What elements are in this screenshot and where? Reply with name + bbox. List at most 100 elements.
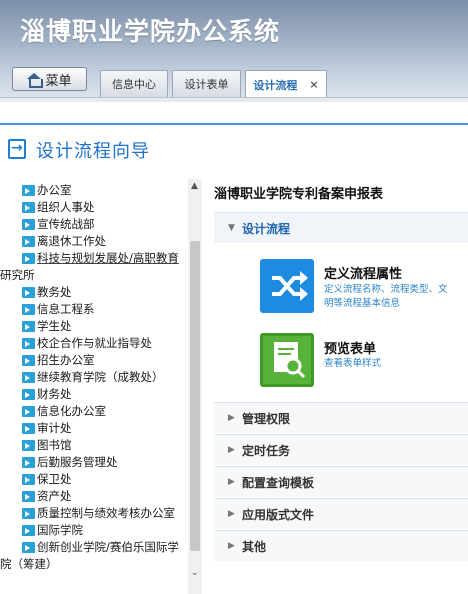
tree-item[interactable]: 教务处 [22,284,192,301]
tree-item-label: 信息工程系 [37,302,95,316]
tree-item[interactable]: 继续教育学院（成教处） [22,369,192,386]
section-permissions[interactable]: ▶ 管理权限 [214,402,468,433]
caret-right-icon: ▶ [228,413,235,423]
tree-item[interactable]: 保卫处 [22,471,192,488]
app-title: 淄博职业学院办公系统 [20,17,281,46]
tree-item-label: 国际学院 [37,523,83,537]
tree-item-label: 校企合作与就业指导处 [37,336,152,350]
folder-icon [22,525,35,536]
caret-down-icon: ▼ [228,223,235,233]
tree-item[interactable]: 招生办公室 [22,352,192,369]
tree-item[interactable]: 学生处 [22,318,192,335]
tree-item[interactable]: 校企合作与就业指导处 [22,335,192,352]
folder-icon [22,372,35,383]
caret-right-icon: ▶ [228,445,235,455]
form-title: 淄博职业学院专利备案申报表 [214,187,384,202]
tree-item-label: 办公室 [37,183,72,197]
wizard-icon [8,139,26,159]
tree-item[interactable]: 质量控制与绩效考核办公室 [22,505,192,522]
tab-label: 设计流程 [253,78,298,92]
folder-icon [22,338,35,349]
section-label: 管理权限 [242,411,291,426]
section-scheduled-tasks[interactable]: ▶ 定时任务 [214,434,468,465]
card-title[interactable]: 预览表单 [324,338,376,357]
tree-item-label: 离退休工作处 [37,234,106,248]
tab-info-center[interactable]: 信息中心 [100,70,168,97]
tab-label: 信息中心 [112,78,156,91]
tree-item[interactable]: 审计处 [22,420,192,437]
shuffle-glyph [272,271,308,301]
folder-icon [22,321,35,332]
shuffle-icon[interactable] [260,259,314,313]
app-header: 淄博职业学院办公系统 菜单 信息中心 设计表单 设计流程 × [0,0,468,98]
menu-button[interactable]: 菜单 [12,67,87,91]
tree-item-label: 资产处 [37,489,72,503]
tree-item-label: 组织人事处 [37,200,95,214]
tree-item-label: 宣传统战部 [37,217,95,231]
tree-item[interactable]: 科技与规划发展处/高职教育 研究所 [0,250,192,284]
folder-icon [22,185,35,196]
card-title[interactable]: 定义流程属性 [324,263,402,282]
folder-icon [22,457,35,468]
tree-item-label: 后勤服务管理处 [37,455,118,469]
close-icon[interactable]: × [309,78,318,91]
tree-item-label: 审计处 [37,421,72,435]
tree-item-label: 教务处 [37,285,72,299]
header-divider [0,97,468,102]
tree-item[interactable]: 信息工程系 [22,301,192,318]
folder-icon [22,236,35,247]
scroll-up-icon[interactable]: ▲ [191,181,198,191]
tree-item[interactable]: 资产处 [22,488,192,505]
tree-item[interactable]: 后勤服务管理处 [22,454,192,471]
folder-icon [22,202,35,213]
tab-design-form[interactable]: 设计表单 [172,70,241,97]
tree-item-label-line2: 研究所 [0,268,35,282]
tree-item-label: 继续教育学院（成教处） [37,370,164,384]
section-other[interactable]: ▶ 其他 [214,530,468,561]
card-description: 查看表单样式 [324,358,382,369]
preview-form-icon[interactable] [260,333,314,387]
tree-item[interactable]: 组织人事处 [22,199,192,216]
caret-right-icon: ▶ [228,477,235,487]
page-title: 设计流程向导 [36,141,150,162]
tree-item-label: 信息化办公室 [37,404,106,418]
tree-item-label: 质量控制与绩效考核办公室 [37,506,175,520]
tree-item-label-wrap: 科技与规划发展处/高职教育 研究所 [0,250,179,282]
folder-icon [22,542,35,553]
tree-item[interactable]: 宣传统战部 [22,216,192,233]
chevron-down-icon[interactable]: ⌄ [191,568,199,578]
department-tree: 办公室 组织人事处 宣传统战部 离退休工作处 科技与规划发展处/高职教育 研究所 … [0,179,202,594]
section-design-flow[interactable]: ▼ 设计流程 [214,212,468,243]
tree-item-label: 科技与规划发展处/高职教育 [37,251,179,265]
folder-icon [22,491,35,502]
tree-item[interactable]: 离退休工作处 [22,233,192,250]
section-query-template[interactable]: ▶ 配置查询模板 [214,466,468,497]
card-description: 明等流程基本信息 [324,298,401,309]
tree-item[interactable]: 国际学院 [22,522,192,539]
folder-icon [22,474,35,485]
tree-item-label: 财务处 [37,387,72,401]
folder-icon [22,508,35,519]
section-layout-file[interactable]: ▶ 应用版式文件 [214,498,468,529]
tree-scrollbar[interactable]: ▲ ⌄ [188,179,202,594]
folder-icon [22,304,35,315]
caret-right-icon: ▶ [228,509,235,519]
tree-item[interactable]: 图书馆 [22,437,192,454]
tree-item[interactable]: 创新创业学院/赛伯乐国际学 院（筹建） [0,539,192,573]
tree-item[interactable]: 信息化办公室 [22,403,192,420]
home-icon [27,72,44,88]
folder-icon [22,389,35,400]
folder-icon [22,440,35,451]
tab-design-flow[interactable]: 设计流程 × [245,70,327,98]
preview-glyph [274,342,306,379]
tab-label: 设计表单 [184,78,229,91]
card-description: 定义流程名称、流程类型、文 [324,284,448,295]
scroll-thumb[interactable] [190,241,200,551]
tree-item[interactable]: 办公室 [22,182,192,199]
folder-icon [22,219,35,230]
tree-item-label: 学生处 [37,319,72,333]
tree-item[interactable]: 财务处 [22,386,192,403]
folder-icon [22,406,35,417]
tree-list: 办公室 组织人事处 宣传统战部 离退休工作处 科技与规划发展处/高职教育 研究所 … [0,182,192,573]
tree-item-label: 保卫处 [37,472,72,486]
